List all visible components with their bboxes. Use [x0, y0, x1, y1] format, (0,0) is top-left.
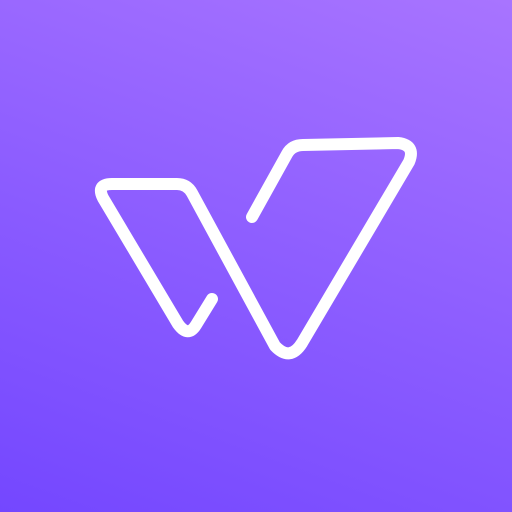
app-icon [0, 0, 512, 512]
w-letter-logo-icon [94, 137, 417, 360]
w-logo-stroke [94, 137, 417, 360]
